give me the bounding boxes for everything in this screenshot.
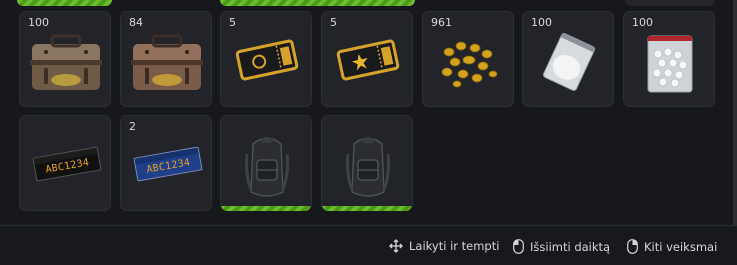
other-actions-hint-label: Kiti veiksmai [644, 239, 718, 254]
inventory-slot[interactable]: 2 ABC1234 [120, 115, 212, 211]
ammo-crate-icon [131, 34, 203, 90]
mouse-right-click-icon [627, 239, 638, 254]
backpack-icon [346, 137, 390, 197]
selected-indicator [322, 206, 412, 211]
scrollbar-track[interactable] [733, 0, 737, 225]
item-quantity: 2 [129, 120, 136, 133]
item-quantity: 5 [229, 16, 236, 29]
inventory-slot[interactable]: 5 [220, 11, 312, 107]
other-actions-hint: Kiti veiksmai [627, 239, 717, 254]
take-hint-label: Išsiimti daiktą [530, 239, 611, 254]
previous-slot-edge [17, 0, 112, 6]
drag-hint-label: Laikyti ir tempti [409, 239, 500, 253]
license-plate-icon: ABC1234 [133, 146, 203, 182]
inventory-slot[interactable]: 84 [120, 11, 212, 107]
previous-slot-edge [220, 0, 415, 6]
backpack-icon [245, 137, 289, 197]
inventory-slot[interactable] [321, 115, 413, 211]
powder-bag-icon [543, 32, 596, 91]
inventory-slot[interactable]: 961 [422, 11, 514, 107]
inventory-slot[interactable]: 100 [623, 11, 715, 107]
previous-slot-edge [625, 0, 715, 6]
gold-nuggets-icon [441, 41, 498, 88]
gold-ticket-star-icon [336, 39, 400, 81]
take-hint: Išsiimti daiktą [513, 239, 610, 254]
item-quantity: 100 [28, 16, 49, 29]
item-quantity: 84 [129, 16, 143, 29]
move-arrows-icon [389, 239, 403, 253]
inventory-slot[interactable] [220, 115, 312, 211]
ammo-crate-icon [30, 34, 102, 90]
selected-indicator [221, 206, 311, 211]
pills-bag-icon [647, 35, 693, 93]
gold-ticket-icon [235, 39, 299, 81]
inventory-slot[interactable]: 5 [321, 11, 413, 107]
mouse-left-click-icon [513, 239, 524, 254]
controls-footer: Laikyti ir tempti Išsiimti daiktą Kiti v… [0, 225, 737, 265]
inventory-slot[interactable]: 100 [19, 11, 111, 107]
inventory-slot[interactable]: 100 [522, 11, 614, 107]
item-quantity: 100 [531, 16, 552, 29]
inventory-slot[interactable]: ABC1234 [19, 115, 111, 211]
previous-row-edge [0, 0, 737, 6]
item-quantity: 100 [632, 16, 653, 29]
item-quantity: 5 [330, 16, 337, 29]
drag-hint: Laikyti ir tempti [389, 239, 499, 253]
item-quantity: 961 [431, 16, 452, 29]
license-plate-icon: ABC1234 [32, 146, 102, 182]
